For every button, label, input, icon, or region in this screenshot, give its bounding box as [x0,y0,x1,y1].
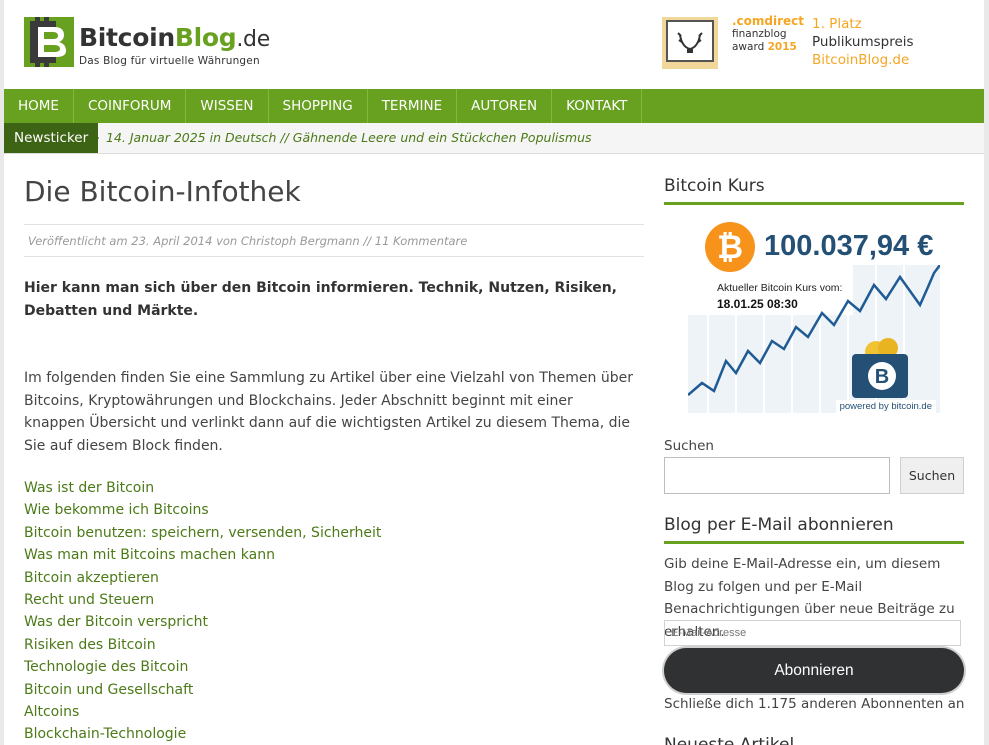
subscriber-count: Schließe dich 1.175 anderen Abonnenten a… [664,696,965,712]
nav-item-coinforum[interactable]: COINFORUM [74,89,187,123]
award-trophy-icon [662,17,718,69]
article-intro: Im folgenden finden Sie eine Sammlung zu… [24,370,633,454]
topic-link[interactable]: Was ist der Bitcoin [24,477,381,499]
search-input[interactable] [664,457,890,494]
bitcoinblog-logo-icon [24,17,74,67]
topic-link[interactable]: Recht und Steuern [24,589,381,611]
bitcoin-price-label: Aktueller Bitcoin Kurs vom: [717,282,843,294]
topic-link[interactable]: Was man mit Bitcoins machen kann [24,544,381,566]
subscribe-button[interactable]: Abonnieren [664,648,964,693]
nav-item-wissen[interactable]: WISSEN [186,89,269,123]
bitcoin-wallet-icon: B [852,338,908,398]
site-logo[interactable]: BitcoinBlog.de Das Blog für virtuelle Wä… [24,17,324,73]
topic-link[interactable]: Blockchain-Technologie [24,723,381,745]
topic-link[interactable]: Was der Bitcoin verspricht [24,611,381,633]
bitcoin-kurs-widget[interactable]: B ₿ 100.037,94 € Aktueller Bitcoin Kurs … [688,220,940,415]
nav-item-termine[interactable]: TERMINE [368,89,458,123]
award-text: 1. Platz Publikumspreis BitcoinBlog.de [812,16,914,68]
svg-text:B: B [875,366,889,388]
newsticker-link[interactable]: 14. Januar 2025 in Deutsch // Gähnende L… [106,123,592,153]
search-label: Suchen [664,438,714,454]
latest-articles-title: Neueste Artikel [664,735,795,745]
email-subscribe-title: Blog per E-Mail abonnieren [664,515,964,544]
logo-wordmark: BitcoinBlog.de [79,23,270,52]
page: BitcoinBlog.de Das Blog für virtuelle Wä… [4,0,984,745]
email-field[interactable]: E-Mail-Adresse [664,620,961,646]
bitcoin-price: 100.037,94 € [764,230,934,262]
article-lead: Hier kann man sich über den Bitcoin info… [24,280,617,319]
search-button[interactable]: Suchen [900,457,964,494]
topic-link-list: Was ist der Bitcoin Wie bekomme ich Bitc… [24,477,381,745]
nav-item-shopping[interactable]: SHOPPING [269,89,368,123]
topic-link[interactable]: Bitcoin akzeptieren [24,567,381,589]
topic-link[interactable]: Bitcoin benutzen: speichern, versenden, … [24,522,381,544]
topic-link[interactable]: Altcoins [24,701,381,723]
page-title: Die Bitcoin-Infothek [24,175,301,208]
comdirect-award-badge: .comdirect finanzblog award 2015 [732,14,805,54]
nav-item-autoren[interactable]: AUTOREN [457,89,553,123]
topic-link[interactable]: Risiken des Bitcoin [24,634,381,656]
topic-link[interactable]: Technologie des Bitcoin [24,656,381,678]
site-tagline: Das Blog für virtuelle Währungen [79,55,260,67]
newsticker-arrow-icon [92,131,99,145]
newsticker: Newsticker 14. Januar 2025 in Deutsch //… [4,123,984,154]
topic-link[interactable]: Bitcoin und Gesellschaft [24,679,381,701]
newsticker-label: Newsticker [4,123,99,153]
nav-item-home[interactable]: HOME [4,89,74,123]
bitcoin-price-date: 18.01.25 08:30 [717,297,798,311]
bitcoin-coin-icon: ₿ [705,222,755,272]
article-meta: Veröffentlicht am 23. April 2014 von Chr… [24,224,644,257]
powered-by-link[interactable]: powered by bitcoin.de [835,400,936,413]
bitcoin-kurs-title: Bitcoin Kurs [664,176,964,205]
main-nav: HOME COINFORUM WISSEN SHOPPING TERMINE A… [4,89,984,123]
nav-item-kontakt[interactable]: KONTAKT [552,89,643,123]
topic-link[interactable]: Wie bekomme ich Bitcoins [24,499,381,521]
